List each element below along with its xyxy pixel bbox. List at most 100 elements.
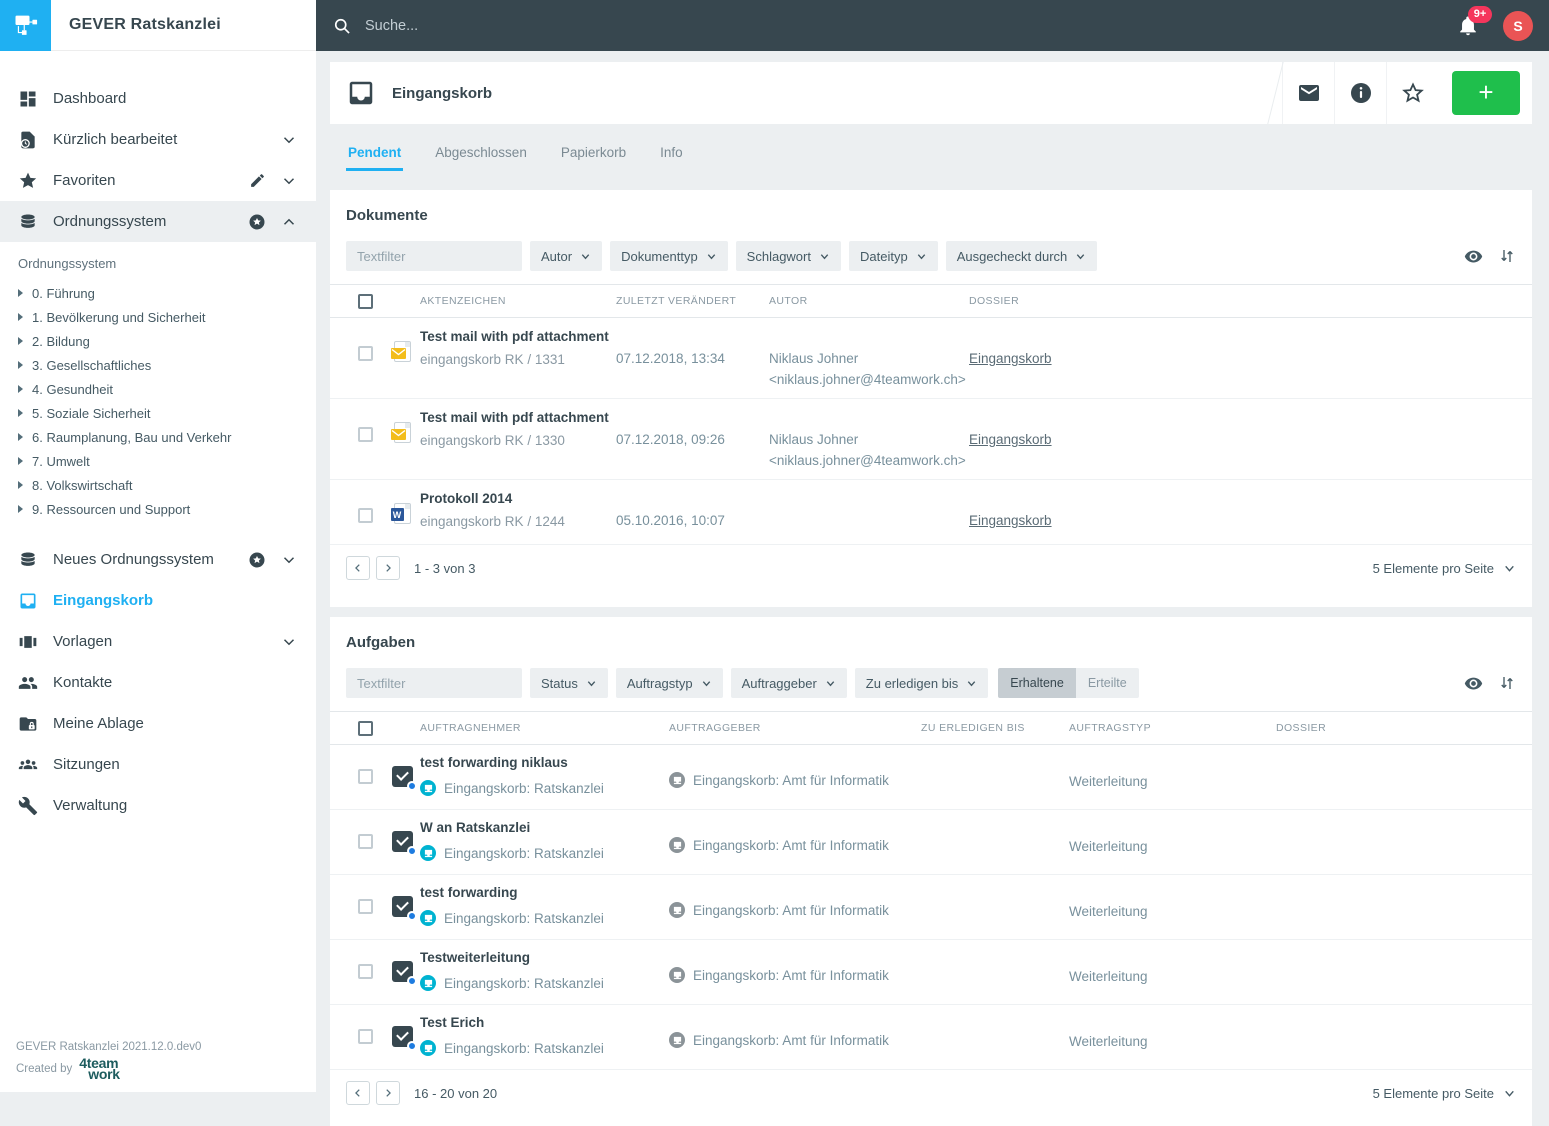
tree-node[interactable]: 7. Umwelt <box>12 449 316 473</box>
expand-arrow-icon[interactable] <box>18 385 23 393</box>
toggle-erteilte[interactable]: Erteilte <box>1075 668 1139 698</box>
tab-papierkorb[interactable]: Papierkorb <box>559 141 628 171</box>
sidebar-item-ordnungssystem[interactable]: Ordnungssystem <box>0 201 316 242</box>
send-mail-button[interactable] <box>1282 62 1334 124</box>
document-title[interactable]: Test mail with pdf attachment <box>420 327 616 347</box>
row-checkbox[interactable] <box>357 508 373 523</box>
tab-abgeschlossen[interactable]: Abgeschlossen <box>433 141 529 171</box>
column-header[interactable]: ZU ERLEDIGEN BIS <box>921 722 1069 734</box>
expand-arrow-icon[interactable] <box>18 289 23 297</box>
task-title[interactable]: Testweiterleitung <box>420 948 669 968</box>
tree-node[interactable]: 5. Soziale Sicherheit <box>12 401 316 425</box>
sort-button[interactable] <box>1498 247 1516 265</box>
fourteamwork-logo[interactable]: 4team work <box>79 1056 120 1081</box>
tab-info[interactable]: Info <box>658 141 685 171</box>
chevron-down-icon[interactable] <box>280 172 298 190</box>
column-header[interactable]: AUTOR <box>769 295 969 307</box>
dossier-link[interactable]: Eingangskorb <box>969 432 1052 447</box>
filter-ausgecheckt-durch[interactable]: Ausgecheckt durch <box>945 241 1098 271</box>
expand-arrow-icon[interactable] <box>18 505 23 513</box>
tree-node[interactable]: 0. Führung <box>12 281 316 305</box>
tree-node[interactable]: 9. Ressourcen und Support <box>12 497 316 521</box>
row-checkbox[interactable] <box>357 427 373 442</box>
table-row[interactable]: W Protokoll 2014 eingangskorb RK / 1244 … <box>330 480 1532 545</box>
table-row[interactable]: Test mail with pdf attachment eingangsko… <box>330 399 1532 480</box>
sidebar-item-verwaltung[interactable]: Verwaltung <box>0 785 316 826</box>
table-row[interactable]: Test mail with pdf attachment eingangsko… <box>330 318 1532 399</box>
task-title[interactable]: test forwarding <box>420 883 669 903</box>
search-icon[interactable] <box>332 16 352 36</box>
task-title[interactable]: Test Erich <box>420 1013 669 1033</box>
tree-node[interactable]: 6. Raumplanung, Bau und Verkehr <box>12 425 316 449</box>
sidebar-item-eingangskorb[interactable]: Eingangskorb <box>0 580 316 621</box>
column-header[interactable]: AUFTRAGNEHMER <box>420 722 669 734</box>
sidebar-item-meine-ablage[interactable]: Meine Ablage <box>0 703 316 744</box>
tree-node[interactable]: 4. Gesundheit <box>12 377 316 401</box>
table-row[interactable]: test forwarding Eingangskorb: Ratskanzle… <box>330 875 1532 940</box>
dossier-link[interactable]: Eingangskorb <box>969 351 1052 366</box>
filter-autor[interactable]: Autor <box>530 241 603 271</box>
document-title[interactable]: Test mail with pdf attachment <box>420 408 616 428</box>
filter-auftragstyp[interactable]: Auftragstyp <box>615 668 723 698</box>
table-row[interactable]: test forwarding niklaus Eingangskorb: Ra… <box>330 745 1532 810</box>
tasks-textfilter-input[interactable] <box>346 668 522 698</box>
chevron-down-icon[interactable] <box>280 131 298 149</box>
user-avatar[interactable]: S <box>1503 10 1533 41</box>
column-header[interactable]: AUFTRAGSTYP <box>1069 722 1276 734</box>
documents-textfilter-input[interactable] <box>346 241 522 271</box>
row-checkbox[interactable] <box>357 346 373 361</box>
column-visibility-button[interactable] <box>1464 247 1483 266</box>
expand-arrow-icon[interactable] <box>18 457 23 465</box>
prev-page-button[interactable] <box>346 556 370 580</box>
filter-auftraggeber[interactable]: Auftraggeber <box>730 668 847 698</box>
chevron-down-icon[interactable] <box>280 633 298 651</box>
row-checkbox[interactable] <box>357 769 373 784</box>
column-header[interactable]: DOSSIER <box>1276 722 1516 734</box>
chevron-down-icon[interactable] <box>280 551 298 569</box>
sidebar-item-dashboard[interactable]: Dashboard <box>0 78 316 119</box>
column-header[interactable]: AUFTRAGGEBER <box>669 722 921 734</box>
toggle-erhaltene[interactable]: Erhaltene <box>998 668 1076 698</box>
column-header[interactable]: DOSSIER <box>969 295 1516 307</box>
column-header[interactable]: AKTENZEICHEN <box>420 295 616 307</box>
tree-node[interactable]: 1. Bevölkerung und Sicherheit <box>12 305 316 329</box>
filter-dokumenttyp[interactable]: Dokumenttyp <box>610 241 728 271</box>
sidebar-item-recently-edited[interactable]: Kürzlich bearbeitet <box>0 119 316 160</box>
favorite-badge-icon[interactable] <box>248 551 266 569</box>
expand-arrow-icon[interactable] <box>18 313 23 321</box>
table-row[interactable]: W an Ratskanzlei Eingangskorb: Ratskanzl… <box>330 810 1532 875</box>
filter-dateityp[interactable]: Dateityp <box>848 241 938 271</box>
tree-root-label[interactable]: Ordnungssystem <box>12 254 316 281</box>
row-checkbox[interactable] <box>357 899 373 914</box>
column-visibility-button[interactable] <box>1464 674 1483 693</box>
next-page-button[interactable] <box>376 1081 400 1105</box>
sidebar-item-neues-ordnungssystem[interactable]: Neues Ordnungssystem <box>0 539 316 580</box>
row-checkbox[interactable] <box>357 834 373 849</box>
info-button[interactable] <box>1334 62 1386 124</box>
expand-arrow-icon[interactable] <box>18 337 23 345</box>
filter-status[interactable]: Status <box>530 668 608 698</box>
filter-zu-erledigen-bis[interactable]: Zu erledigen bis <box>854 668 989 698</box>
table-row[interactable]: Testweiterleitung Eingangskorb: Ratskanz… <box>330 940 1532 1005</box>
tab-pendent[interactable]: Pendent <box>346 141 404 171</box>
sidebar-item-favorites[interactable]: Favoriten <box>0 160 316 201</box>
document-title[interactable]: Protokoll 2014 <box>420 489 616 509</box>
task-title[interactable]: test forwarding niklaus <box>420 753 669 773</box>
filter-schlagwort[interactable]: Schlagwort <box>735 241 841 271</box>
select-all-checkbox[interactable] <box>357 720 373 736</box>
expand-arrow-icon[interactable] <box>18 361 23 369</box>
items-per-page-select[interactable]: 5 Elemente pro Seite <box>1373 1086 1516 1101</box>
sort-button[interactable] <box>1498 674 1516 692</box>
table-row[interactable]: Test Erich Eingangskorb: Ratskanzlei Ein… <box>330 1005 1532 1070</box>
notifications-button[interactable]: 9+ <box>1457 5 1492 37</box>
expand-arrow-icon[interactable] <box>18 409 23 417</box>
items-per-page-select[interactable]: 5 Elemente pro Seite <box>1373 561 1516 576</box>
task-title[interactable]: W an Ratskanzlei <box>420 818 669 838</box>
row-checkbox[interactable] <box>357 964 373 979</box>
dossier-link[interactable]: Eingangskorb <box>969 513 1052 528</box>
sidebar-item-sitzungen[interactable]: Sitzungen <box>0 744 316 785</box>
select-all-checkbox[interactable] <box>357 293 373 309</box>
prev-page-button[interactable] <box>346 1081 370 1105</box>
search-input[interactable] <box>365 17 785 34</box>
column-header[interactable]: ZULETZT VERÄNDERT <box>616 295 769 307</box>
